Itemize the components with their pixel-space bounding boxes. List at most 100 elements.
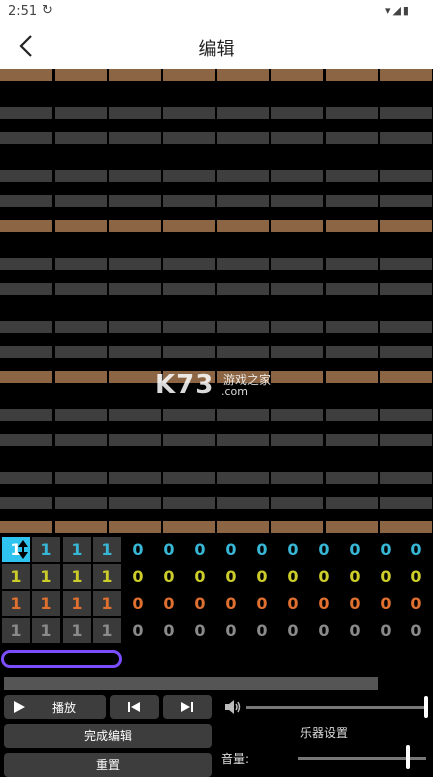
note-value-zero[interactable]: 0 [372,537,400,562]
grid-cell[interactable] [326,132,378,144]
grid-cell[interactable] [217,521,269,533]
note-value-cell[interactable]: 1 [2,618,30,643]
grid-cell[interactable] [271,321,323,333]
grid-cell[interactable] [326,434,378,446]
note-value-zero[interactable]: 0 [341,591,369,616]
note-value-zero[interactable]: 0 [186,591,214,616]
finish-edit-button[interactable]: 完成编辑 [4,724,212,748]
grid-cell[interactable] [326,107,378,119]
grid-cell[interactable] [0,107,52,119]
note-value-zero[interactable]: 0 [155,564,183,589]
grid-cell[interactable] [109,472,161,484]
grid-cell[interactable] [163,220,215,232]
note-value-zero[interactable]: 0 [372,591,400,616]
note-value-cell[interactable]: 1 [93,537,121,562]
note-value-zero[interactable]: 0 [402,618,430,643]
grid-cell[interactable] [0,132,52,144]
grid-cell[interactable] [55,107,107,119]
grid-cell[interactable] [55,69,107,81]
grid-cell[interactable] [55,321,107,333]
grid-cell[interactable] [163,321,215,333]
note-value-zero[interactable]: 0 [310,618,338,643]
grid-cell[interactable] [0,258,52,270]
grid-cell[interactable] [380,472,432,484]
skip-forward-button[interactable] [163,695,212,719]
note-value-zero[interactable]: 0 [248,564,276,589]
note-value-zero[interactable]: 0 [310,537,338,562]
grid-cell[interactable] [0,497,52,509]
grid-cell[interactable] [271,69,323,81]
grid-cell[interactable] [217,321,269,333]
grid-cell[interactable] [109,170,161,182]
grid-cell[interactable] [380,258,432,270]
grid-cell[interactable] [217,283,269,295]
note-value-zero[interactable]: 0 [372,618,400,643]
grid-cell[interactable] [109,69,161,81]
grid-cell[interactable] [55,497,107,509]
note-value-zero[interactable]: 0 [124,564,152,589]
note-value-cell[interactable]: 1 [63,591,91,616]
grid-cell[interactable] [217,220,269,232]
grid-cell[interactable] [217,170,269,182]
grid-cell[interactable] [326,497,378,509]
note-value-cell[interactable]: 1 [63,618,91,643]
grid-cell[interactable] [163,434,215,446]
grid-cell[interactable] [109,346,161,358]
reset-button[interactable]: 重置 [4,753,212,777]
grid-cell[interactable] [163,409,215,421]
note-grid[interactable] [0,69,433,534]
note-value-cell[interactable]: 1 [63,537,91,562]
note-value-zero[interactable]: 0 [186,618,214,643]
grid-cell[interactable] [326,283,378,295]
grid-cell[interactable] [163,258,215,270]
grid-cell[interactable] [271,409,323,421]
grid-cell[interactable] [217,409,269,421]
grid-cell[interactable] [163,107,215,119]
grid-cell[interactable] [271,472,323,484]
grid-cell[interactable] [217,195,269,207]
note-value-zero[interactable]: 0 [248,618,276,643]
progress-bar[interactable] [4,677,378,690]
grid-cell[interactable] [109,434,161,446]
grid-cell[interactable] [109,321,161,333]
note-value-zero[interactable]: 0 [186,564,214,589]
grid-cell[interactable] [326,258,378,270]
grid-cell[interactable] [0,434,52,446]
note-value-zero[interactable]: 0 [155,618,183,643]
grid-cell[interactable] [163,497,215,509]
grid-cell[interactable] [109,258,161,270]
grid-cell[interactable] [217,472,269,484]
grid-cell[interactable] [55,283,107,295]
grid-cell[interactable] [271,170,323,182]
note-value-zero[interactable]: 0 [402,591,430,616]
note-value-zero[interactable]: 0 [124,591,152,616]
grid-cell[interactable] [380,346,432,358]
grid-cell[interactable] [0,220,52,232]
grid-cell[interactable] [55,434,107,446]
grid-cell[interactable] [163,69,215,81]
grid-cell[interactable] [55,220,107,232]
grid-cell[interactable] [380,107,432,119]
grid-cell[interactable] [380,195,432,207]
grid-cell[interactable] [55,132,107,144]
grid-cell[interactable] [217,497,269,509]
grid-cell[interactable] [380,497,432,509]
playback-volume-thumb[interactable] [424,696,428,718]
note-value-zero[interactable]: 0 [341,564,369,589]
note-value-cell[interactable]: 1 [2,591,30,616]
grid-cell[interactable] [271,283,323,295]
grid-cell[interactable] [0,321,52,333]
note-value-zero[interactable]: 0 [155,537,183,562]
grid-cell[interactable] [271,521,323,533]
grid-cell[interactable] [380,321,432,333]
grid-cell[interactable] [55,521,107,533]
grid-cell[interactable] [326,69,378,81]
note-value-cell[interactable]: 1 [32,618,60,643]
grid-cell[interactable] [380,69,432,81]
play-button[interactable]: 播放 [4,695,106,719]
grid-cell[interactable] [217,258,269,270]
grid-cell[interactable] [0,521,52,533]
grid-cell[interactable] [55,170,107,182]
grid-cell[interactable] [109,497,161,509]
grid-cell[interactable] [380,521,432,533]
